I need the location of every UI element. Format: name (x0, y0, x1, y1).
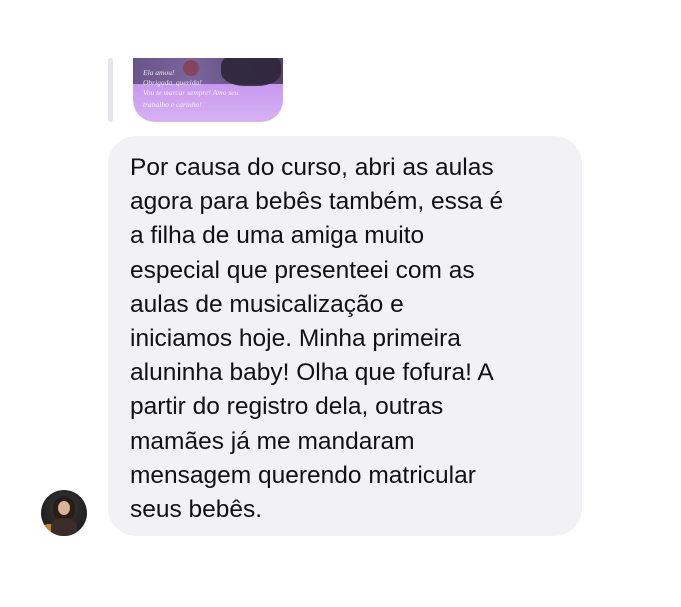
sender-avatar[interactable] (41, 490, 87, 536)
message-text-line: especial que presenteei com as (130, 256, 475, 284)
message-bubble[interactable]: Por causa do curso, abri as aulas agora … (108, 136, 582, 536)
message-text-line: aluninha baby! Olha que fofura! A (130, 359, 494, 387)
avatar-detail (51, 518, 77, 536)
message-text-line: mensagem querendo matricular (130, 461, 476, 489)
thumbnail-caption-line: Vou te marcar sempre! Amo seu (143, 88, 239, 97)
avatar-detail (58, 501, 70, 515)
thumbnail-shape (221, 58, 281, 86)
message-text-line: partir do registro dela, outras (130, 393, 444, 421)
thumbnail-shape (183, 60, 199, 76)
message-text-line: a filha de uma amiga muito (130, 222, 425, 250)
message-text-line: seus bebês. (130, 496, 263, 524)
thumbnail-caption-line: Obrigada, querida! (143, 78, 202, 87)
replied-story-thumbnail[interactable]: Ela amou! Obrigada, querida! Vou te marc… (133, 58, 283, 122)
message-text-line: agora para bebês também, essa é (130, 188, 504, 216)
message-text-line: aulas de musicalização e (130, 290, 404, 318)
thumbnail-caption-line: trabalho e carinho! (143, 100, 202, 109)
thumbnail-caption-line: Ela amou! (143, 68, 175, 77)
reply-indicator-bar (108, 58, 113, 122)
message-text-line: mamães já me mandaram (130, 427, 415, 455)
message-text-line: Por causa do curso, abri as aulas (130, 154, 494, 181)
message-text-line: iniciamos hoje. Minha primeira (130, 325, 461, 353)
